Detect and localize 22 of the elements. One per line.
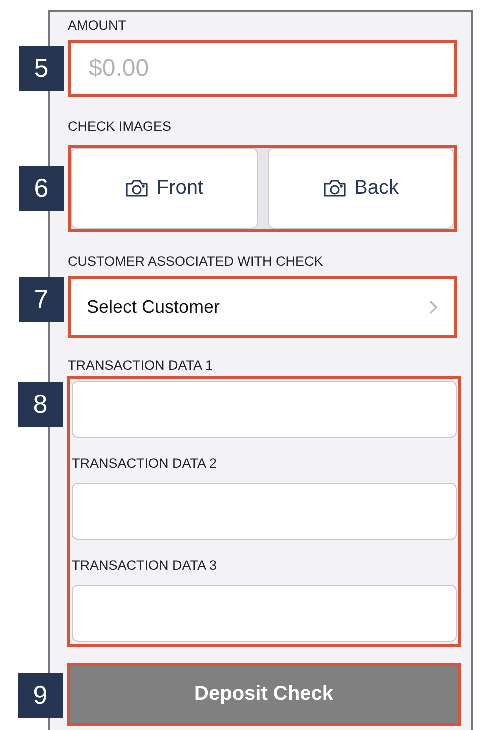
- field-label: TRANSACTION DATA 1: [68, 357, 214, 375]
- deposit-button[interactable]: Deposit Check: [70, 666, 458, 723]
- camera-icon: [322, 179, 347, 198]
- text-field[interactable]: [72, 381, 457, 438]
- text-field[interactable]: [72, 483, 457, 540]
- field-label: CHECK IMAGES: [68, 118, 173, 136]
- amount-field[interactable]: $0.00: [71, 43, 454, 94]
- camera-icon: [124, 179, 149, 198]
- field-label: TRANSACTION DATA 2: [72, 455, 218, 473]
- customer-select[interactable]: Select Customer: [71, 279, 454, 335]
- text-field[interactable]: [72, 585, 457, 642]
- callout-badge: 9: [18, 673, 63, 718]
- callout-badge: 7: [19, 277, 64, 322]
- camera-button[interactable]: Front: [71, 148, 258, 229]
- field-label: AMOUNT: [68, 17, 128, 35]
- callout-badge: 8: [18, 382, 63, 427]
- camera-button[interactable]: Back: [268, 148, 454, 229]
- chevron-right-icon: [429, 300, 438, 314]
- callout-badge: 5: [19, 46, 64, 91]
- field-label: TRANSACTION DATA 3: [72, 557, 218, 575]
- field-label: CUSTOMER ASSOCIATED WITH CHECK: [68, 253, 324, 271]
- callout-badge: 6: [19, 166, 64, 211]
